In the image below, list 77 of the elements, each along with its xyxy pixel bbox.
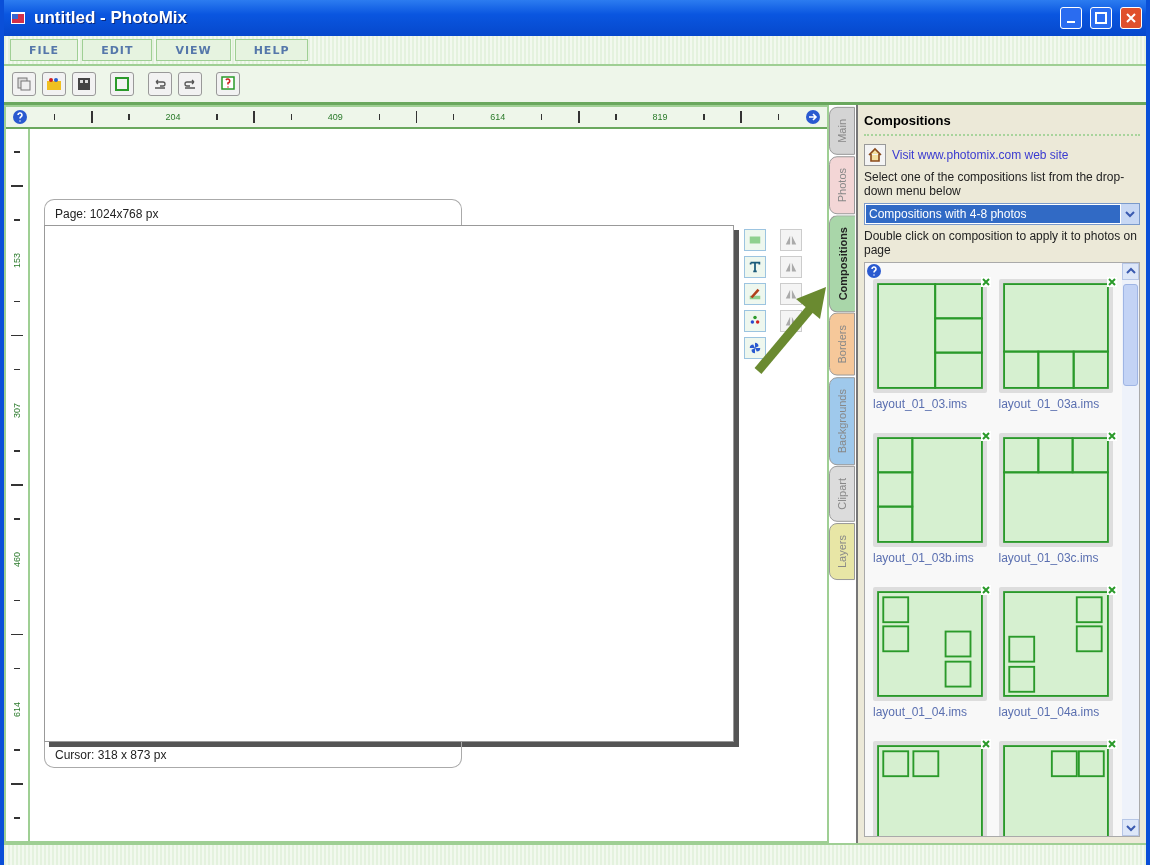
website-link[interactable]: Visit www.photomix.com web site <box>892 148 1069 162</box>
ruler-label: 614 <box>12 701 22 717</box>
house-icon <box>867 147 883 163</box>
composition-name: layout_01_03a.ims <box>998 396 1101 411</box>
copy-icon <box>16 76 32 92</box>
tool-button[interactable] <box>744 310 766 332</box>
tool-button[interactable] <box>744 256 766 278</box>
composition-name: layout_01_04a.ims <box>998 704 1101 719</box>
close-button[interactable] <box>1120 7 1142 29</box>
help-icon[interactable] <box>12 109 28 125</box>
close-icon[interactable] <box>981 584 991 595</box>
close-icon[interactable] <box>1106 276 1117 287</box>
scroll-down-button[interactable] <box>1122 819 1139 836</box>
menu-item[interactable]: FILE <box>10 39 79 61</box>
close-icon[interactable] <box>1106 738 1117 749</box>
scroll-up-button[interactable] <box>1122 262 1139 280</box>
tool-button[interactable] <box>744 337 766 359</box>
chevron-down-icon <box>1125 209 1135 218</box>
toolbar-button[interactable] <box>148 72 172 96</box>
minimize-button[interactable] <box>1060 7 1082 29</box>
menu-item[interactable]: HELP <box>234 39 309 61</box>
close-icon[interactable] <box>1106 430 1117 441</box>
pinwheel-icon <box>748 341 762 355</box>
chevron-down-icon <box>1125 823 1136 832</box>
menu-item[interactable]: VIEW <box>156 39 231 61</box>
home-button[interactable] <box>864 144 886 166</box>
ruler-label: 153 <box>12 253 22 269</box>
frame-icon <box>114 76 130 92</box>
ruler-label: 460 <box>12 552 22 568</box>
composition-name: layout_01_03.ims <box>873 396 969 411</box>
maximize-button[interactable] <box>1090 7 1112 29</box>
instruction-text: Select one of the compositions list from the drop-down menu below <box>864 170 1126 199</box>
hint-text: Double click on composition to apply it to photos on page <box>864 228 1138 258</box>
close-icon[interactable] <box>981 430 991 441</box>
window-title: untitled - PhotoMix <box>34 8 188 28</box>
close-icon[interactable] <box>981 738 991 749</box>
folder-icon <box>46 76 62 92</box>
toolbar-button[interactable] <box>42 72 66 96</box>
ruler-label: 614 <box>490 112 506 122</box>
minimize-icon <box>1067 21 1075 23</box>
toolbar-button[interactable] <box>178 72 202 96</box>
side-tab[interactable]: Backgrounds <box>829 376 855 466</box>
composition-name: layout_01_03c.ims <box>998 550 1100 565</box>
film-icon <box>76 76 92 92</box>
cursor-position-label: Cursor: 318 x 873 px <box>44 742 462 768</box>
ruler-label: 819 <box>652 112 668 122</box>
scrollbar[interactable] <box>1122 262 1139 836</box>
scroll-thumb[interactable] <box>1123 283 1138 386</box>
arrow-right-icon[interactable] <box>805 109 821 125</box>
app-icon <box>10 10 26 26</box>
side-tab[interactable]: Clipart <box>829 466 855 522</box>
side-tab[interactable]: Main <box>829 107 855 155</box>
tool-button[interactable] <box>744 283 766 305</box>
side-tab[interactable]: Borders <box>829 313 855 376</box>
toolbar-button[interactable] <box>72 72 96 96</box>
help-icon[interactable] <box>866 262 882 279</box>
side-tab[interactable]: Photos <box>829 155 855 215</box>
ruler-label: 307 <box>12 402 22 418</box>
maximize-icon <box>1095 12 1107 24</box>
composition-name: layout_01_04.ims <box>873 704 969 719</box>
close-icon[interactable] <box>1106 584 1117 595</box>
help-icon <box>220 76 236 92</box>
dropdown-button[interactable] <box>1121 203 1139 224</box>
compositions-dropdown[interactable]: Compositions with 4-8 photos <box>864 202 1140 225</box>
side-tab[interactable]: Compositions <box>829 215 855 313</box>
tool-button[interactable] <box>780 283 802 305</box>
ruler-label: 204 <box>165 112 181 122</box>
close-icon[interactable] <box>981 276 991 287</box>
brush-icon <box>748 287 762 301</box>
composition-name: layout_01_03b.ims <box>873 550 975 565</box>
close-icon <box>1125 12 1137 24</box>
menu-item[interactable]: EDIT <box>82 39 153 61</box>
chevron-up-icon <box>1125 267 1136 276</box>
ruler-label: 409 <box>327 112 343 122</box>
panel-title: Compositions <box>864 113 1140 136</box>
side-tab[interactable]: Layers <box>829 523 855 580</box>
text-tool-icon <box>748 260 762 274</box>
